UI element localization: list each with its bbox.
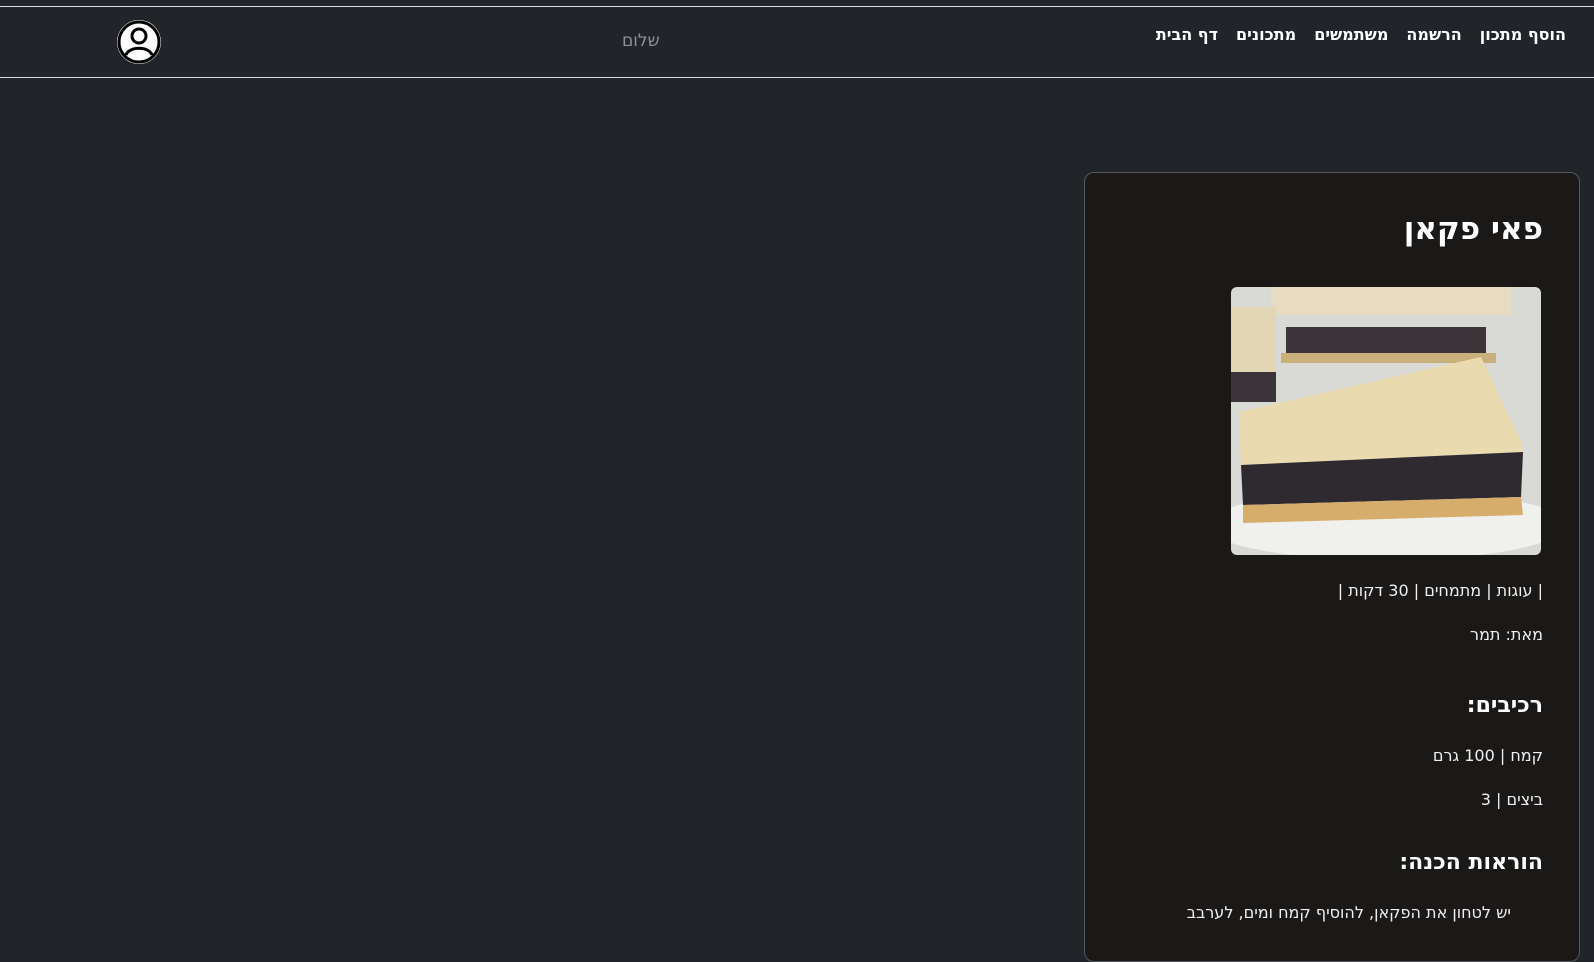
ingredients-heading: רכיבים: xyxy=(1466,693,1543,718)
nav-link-home[interactable]: דף הבית xyxy=(1156,25,1218,44)
navbar: דף הבית מתכונים משתמשים הרשמה הוסף מתכון… xyxy=(0,7,1594,78)
nav-link-recipes[interactable]: מתכונים xyxy=(1236,25,1296,44)
ingredient-item: ביצים | 3 xyxy=(1480,790,1543,809)
recipe-meta-line: | עוגות | מתמחים | 30 דקות | xyxy=(1337,581,1543,600)
ingredient-item: קמח | 100 גרם xyxy=(1432,746,1543,765)
user-circle-icon[interactable] xyxy=(117,20,161,64)
nav-link-add-recipe[interactable]: הוסף מתכון xyxy=(1480,25,1566,44)
recipe-card: פאי פקאן | עוגות | מתמחים | 30 דקות | מא… xyxy=(1084,172,1580,962)
nav-links: דף הבית מתכונים משתמשים הרשמה הוסף מתכון xyxy=(1156,25,1566,44)
nav-link-register[interactable]: הרשמה xyxy=(1406,25,1461,44)
recipe-title: פאי פקאן xyxy=(1403,211,1543,247)
instructions-text: יש לטחון את הפקאן, להוסיף קמח ומים, לערב… xyxy=(1186,903,1511,922)
recipe-author: מאת: תמר xyxy=(1470,625,1543,644)
recipe-image xyxy=(1231,287,1541,555)
nav-link-users[interactable]: משתמשים xyxy=(1314,25,1388,44)
instructions-heading: הוראות הכנה: xyxy=(1399,850,1543,875)
greeting-text: שלום xyxy=(622,31,660,51)
